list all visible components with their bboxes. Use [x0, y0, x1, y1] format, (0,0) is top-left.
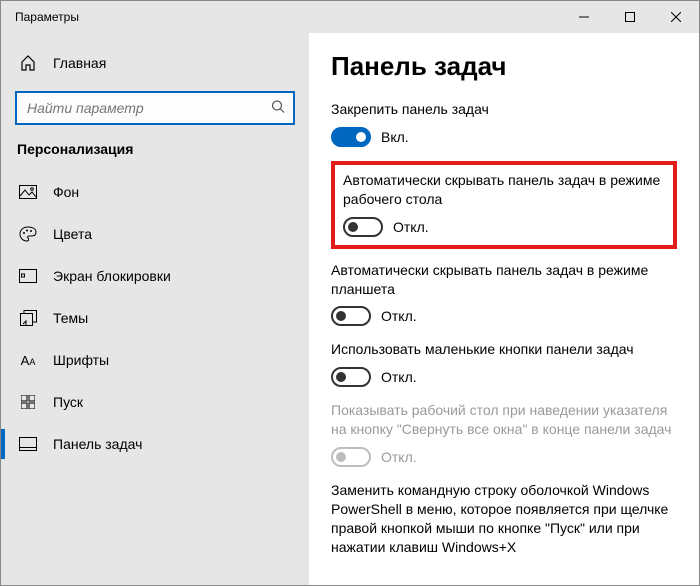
setting-label: Автоматически скрывать панель задач в ре… — [343, 171, 663, 209]
sidebar-item-label: Экран блокировки — [53, 268, 171, 284]
sidebar-item-label: Темы — [53, 310, 88, 326]
toggle-state: Откл. — [393, 219, 429, 235]
toggle-peek-desktop — [331, 447, 371, 467]
sidebar-item-label: Пуск — [53, 394, 83, 410]
setting-label: Автоматически скрывать панель задач в ре… — [331, 261, 675, 299]
setting-lock-taskbar: Закрепить панель задач Вкл. — [331, 100, 677, 147]
highlight-box: Автоматически скрывать панель задач в ре… — [331, 161, 677, 249]
setting-label: Заменить командную строку оболочкой Wind… — [331, 481, 675, 557]
sidebar-item-themes[interactable]: Темы — [1, 297, 309, 339]
toggle-state: Откл. — [381, 308, 417, 324]
sidebar-item-colors[interactable]: Цвета — [1, 213, 309, 255]
fonts-icon: AA — [19, 351, 37, 369]
toggle-state: Откл. — [381, 449, 417, 465]
setting-label: Показывать рабочий стол при наведении ук… — [331, 401, 675, 439]
themes-icon — [19, 309, 37, 327]
sidebar-item-fonts[interactable]: AA Шрифты — [1, 339, 309, 381]
setting-powershell-replace: Заменить командную строку оболочкой Wind… — [331, 481, 677, 557]
search-input[interactable] — [15, 91, 295, 125]
toggle-state: Откл. — [381, 369, 417, 385]
sidebar-home[interactable]: Главная — [1, 43, 309, 83]
window-title: Параметры — [1, 10, 79, 24]
content-pane: Панель задач Закрепить панель задач Вкл.… — [309, 33, 699, 585]
taskbar-icon — [19, 435, 37, 453]
toggle-small-buttons[interactable] — [331, 367, 371, 387]
setting-peek-desktop: Показывать рабочий стол при наведении ук… — [331, 401, 677, 467]
search-icon — [271, 100, 285, 117]
picture-icon — [19, 183, 37, 201]
setting-autohide-desktop: Автоматически скрывать панель задач в ре… — [343, 171, 665, 237]
sidebar: Главная Персонализация Фон Цвета — [1, 33, 309, 585]
toggle-autohide-tablet[interactable] — [331, 306, 371, 326]
setting-label: Закрепить панель задач — [331, 100, 675, 119]
sidebar-item-label: Цвета — [53, 226, 92, 242]
toggle-lock-taskbar[interactable] — [331, 127, 371, 147]
maximize-button[interactable] — [607, 1, 653, 33]
minimize-button[interactable] — [561, 1, 607, 33]
sidebar-item-label: Шрифты — [53, 352, 109, 368]
sidebar-item-background[interactable]: Фон — [1, 171, 309, 213]
sidebar-home-label: Главная — [53, 55, 106, 71]
lockscreen-icon — [19, 267, 37, 285]
close-button[interactable] — [653, 1, 699, 33]
sidebar-item-start[interactable]: Пуск — [1, 381, 309, 423]
sidebar-section-label: Персонализация — [1, 137, 309, 171]
sidebar-item-label: Панель задач — [53, 436, 142, 452]
toggle-autohide-desktop[interactable] — [343, 217, 383, 237]
home-icon — [19, 54, 37, 72]
start-icon — [19, 393, 37, 411]
palette-icon — [19, 225, 37, 243]
setting-autohide-tablet: Автоматически скрывать панель задач в ре… — [331, 261, 677, 327]
setting-label: Использовать маленькие кнопки панели зад… — [331, 340, 675, 359]
sidebar-item-taskbar[interactable]: Панель задач — [1, 423, 309, 465]
page-title: Панель задач — [331, 51, 677, 82]
sidebar-item-lockscreen[interactable]: Экран блокировки — [1, 255, 309, 297]
setting-small-buttons: Использовать маленькие кнопки панели зад… — [331, 340, 677, 387]
titlebar: Параметры — [1, 1, 699, 33]
toggle-state: Вкл. — [381, 129, 409, 145]
sidebar-item-label: Фон — [53, 184, 79, 200]
